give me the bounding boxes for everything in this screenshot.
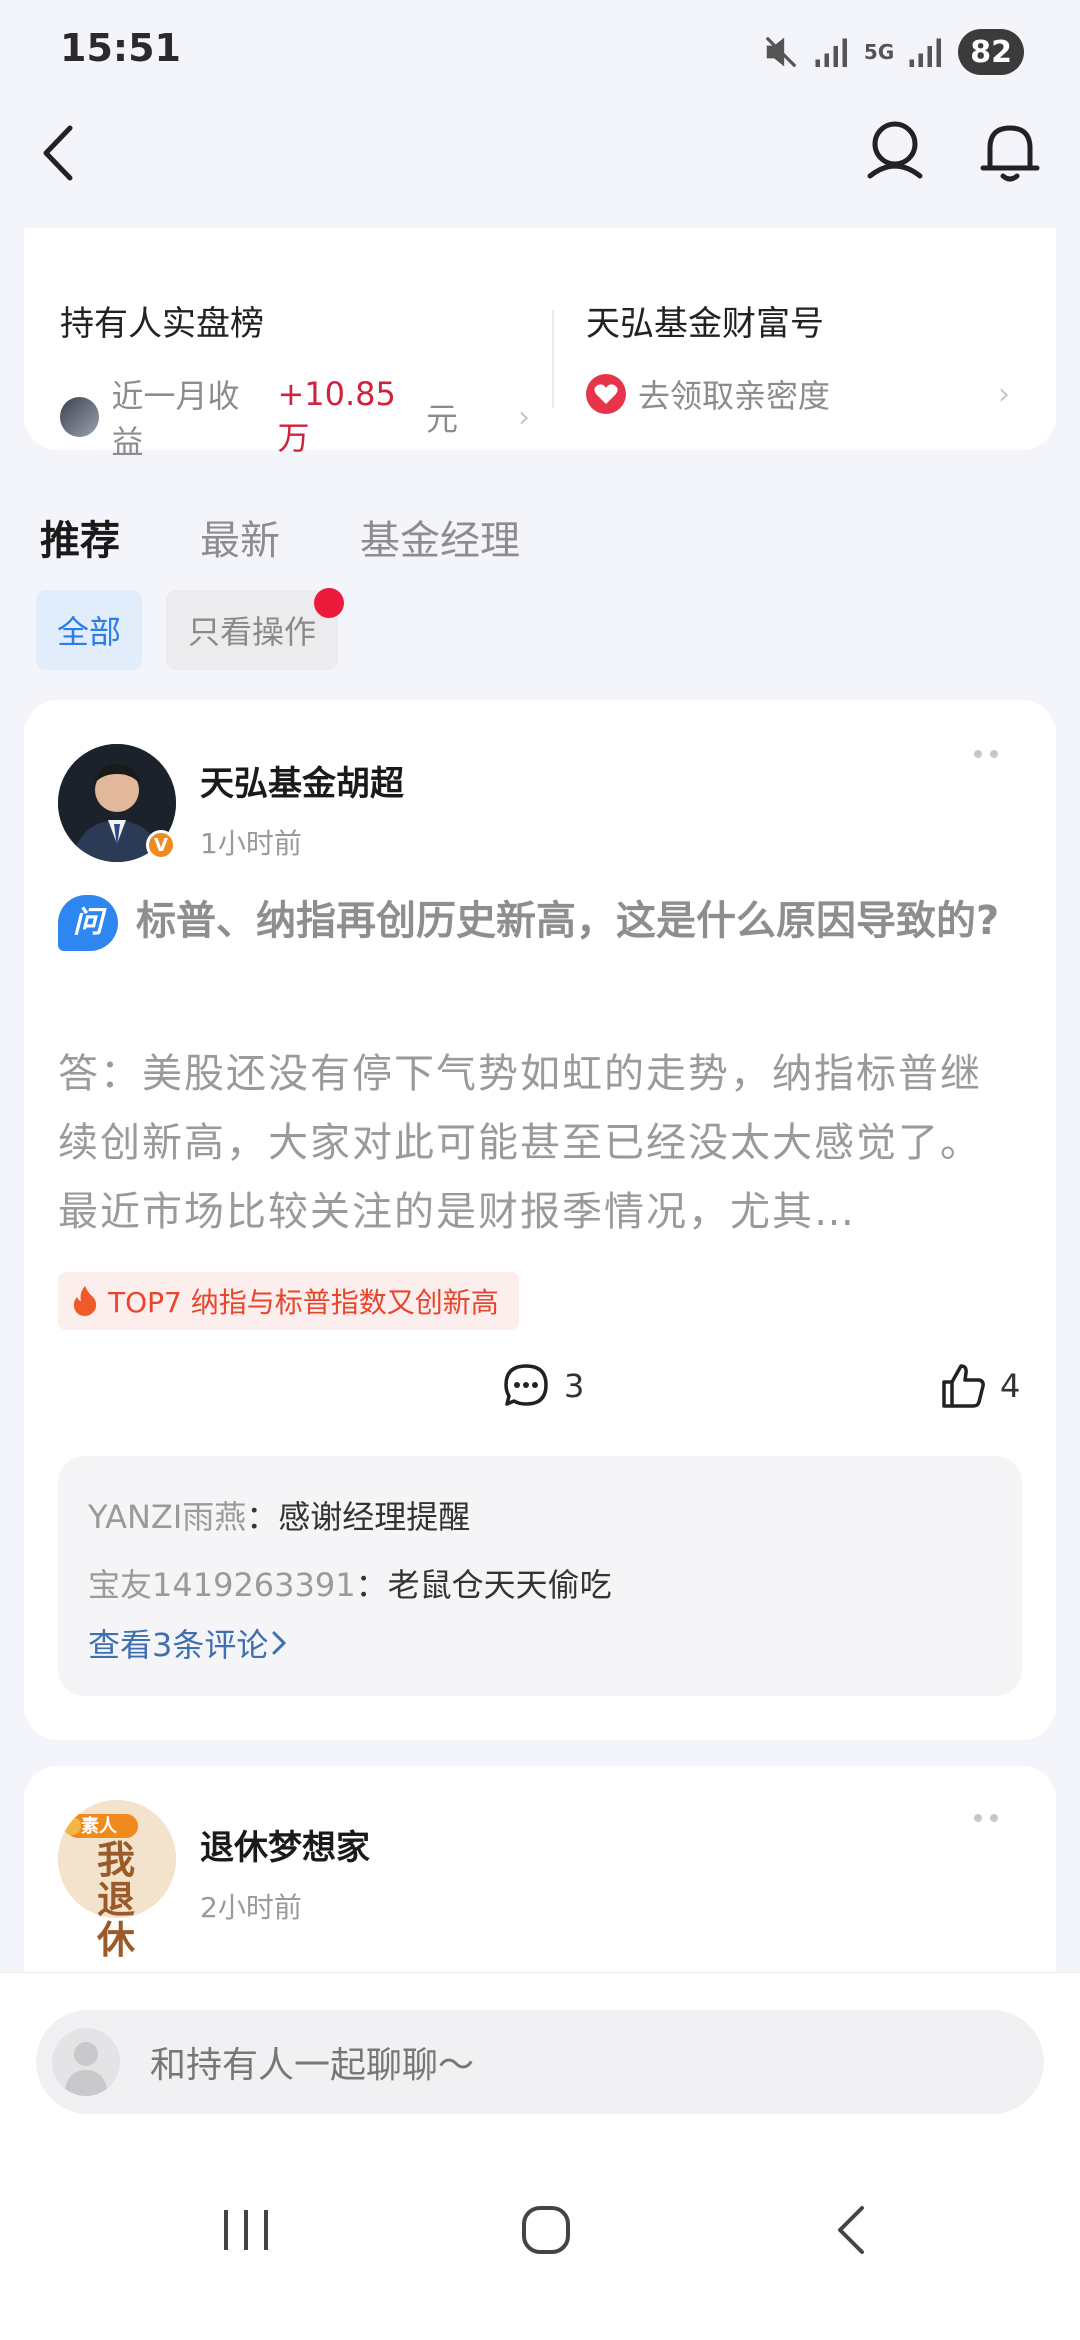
question-badge-icon: 问 (58, 895, 118, 951)
question-text: 标普、纳指再创历史新高，这是什么原因导致的? (136, 898, 1000, 944)
return-unit: 元 (425, 400, 458, 438)
thumbs-up-icon (942, 1364, 985, 1408)
notification-button[interactable] (975, 112, 1045, 192)
comment-sep: ： (355, 1566, 388, 1604)
new-dot-badge (314, 588, 344, 618)
chat-placeholder: 和持有人一起聊聊～ (150, 2045, 475, 2086)
comment-icon (504, 1364, 548, 1406)
return-label: 近一月收益 (111, 377, 240, 461)
post-time: 2小时前 (200, 1891, 302, 1924)
avatar-badge-text: 素人 (81, 1816, 117, 1837)
user-icon (867, 121, 923, 179)
comment-text: 感谢经理提醒 (278, 1498, 471, 1536)
holder-ranking-entry[interactable]: 持有人实盘榜 近一月收益 +10.85万 元 › (60, 296, 530, 461)
more-options-icon[interactable] (974, 1808, 1014, 1828)
status-icons: 5G 82 (762, 28, 1024, 76)
user-avatar-icon (52, 2028, 120, 2096)
more-options-icon[interactable] (974, 744, 1014, 764)
chevron-right-icon (272, 1631, 287, 1655)
chevron-right-icon: › (517, 399, 530, 435)
recent-apps-icon (224, 2210, 268, 2250)
topic-tag[interactable]: TOP7 纳指与标普指数又创新高 (58, 1272, 519, 1330)
filter-operations-only[interactable]: 只看操作 (166, 590, 338, 670)
comment-preview[interactable]: YANZI雨燕：感谢经理提醒 宝友1419263391：老鼠仓天天偷吃 查看3条… (58, 1456, 1022, 1696)
tab-fund-manager[interactable]: 基金经理 (360, 508, 520, 566)
profile-button[interactable] (860, 112, 930, 192)
return-value: +10.85万 (277, 375, 396, 457)
chevron-right-icon: › (998, 376, 1011, 412)
signal-icon (815, 38, 847, 67)
home-icon (522, 2206, 570, 2254)
signal-icon-2 (909, 38, 942, 67)
system-navigation-bar (0, 2122, 1080, 2340)
holder-ranking-sub: 近一月收益 +10.85万 元 › (60, 371, 530, 463)
back-arrow-icon (838, 2206, 864, 2254)
tab-latest[interactable]: 最新 (200, 508, 280, 566)
comment-item: YANZI雨燕：感谢经理提醒 (88, 1492, 470, 1538)
filter-all[interactable]: 全部 (36, 590, 142, 670)
wealth-account-entry[interactable]: 天弘基金财富号 去领取亲密度 › (586, 296, 1046, 416)
heart-icon (586, 374, 626, 414)
battery-indicator: 82 (958, 29, 1024, 75)
wealth-account-sub: 去领取亲密度 › (586, 371, 1046, 417)
topic-text: TOP7 纳指与标普指数又创新高 (108, 1286, 499, 1319)
back-button[interactable] (30, 118, 100, 188)
answer-excerpt[interactable]: 答：美股还没有停下气势如虹的走势，纳指标普继续创新高，大家对此可能甚至已经没太大… (58, 1040, 1022, 1247)
wealth-account-title: 天弘基金财富号 (586, 304, 824, 344)
comment-text: 老鼠仓天天偷吃 (387, 1566, 612, 1604)
intimacy-label: 去领取亲密度 (638, 377, 831, 415)
comment-sep: ： (246, 1498, 279, 1536)
comment-item: 宝友1419263391：老鼠仓天天偷吃 (88, 1560, 612, 1606)
author-name[interactable]: 退休梦想家 (200, 1820, 370, 1869)
status-time: 15:51 (60, 26, 181, 70)
author-name[interactable]: 天弘基金胡超 (200, 756, 404, 805)
question-title[interactable]: 问标普、纳指再创历史新高，这是什么原因导致的? (58, 892, 1018, 951)
like-button[interactable]: 4 (940, 1362, 1020, 1410)
chevron-left-icon (43, 125, 73, 181)
system-back-button[interactable] (826, 2202, 882, 2258)
verified-badge: V (146, 830, 176, 860)
chat-input[interactable]: 和持有人一起聊聊～ (36, 2010, 1044, 2114)
home-button[interactable] (516, 2200, 576, 2260)
tab-recommend[interactable]: 推荐 (40, 508, 120, 566)
mute-icon (765, 36, 797, 68)
network-type: 5G (863, 40, 895, 64)
recent-apps-button[interactable] (218, 2202, 274, 2258)
comment-count: 3 (564, 1367, 585, 1405)
summary-card: 持有人实盘榜 近一月收益 +10.85万 元 › 天弘基金财富号 去领取亲密度 … (24, 228, 1056, 461)
comment-button[interactable]: 3 (502, 1362, 584, 1410)
divider (552, 310, 554, 408)
flame-icon (73, 1286, 97, 1316)
holder-ranking-title: 持有人实盘榜 (60, 304, 264, 344)
holder-avatar (60, 397, 100, 437)
avatar-text: 我退休 (96, 1838, 135, 1962)
view-all-comments-label: 查看3条评论 (88, 1626, 269, 1664)
post-time: 1小时前 (200, 827, 302, 860)
comment-user[interactable]: 宝友1419263391 (88, 1566, 356, 1604)
comment-user[interactable]: YANZI雨燕 (88, 1498, 246, 1536)
bell-icon (980, 125, 1040, 182)
view-all-comments-link[interactable]: 查看3条评论 (88, 1620, 290, 1666)
like-count: 4 (1000, 1367, 1021, 1405)
